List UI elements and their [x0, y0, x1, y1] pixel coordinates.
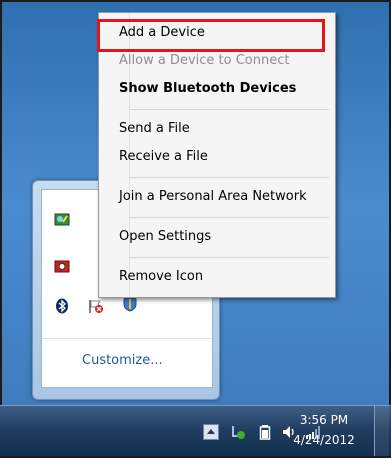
bluetooth-context-menu: Add a Device Allow a Device to Connect S… — [97, 12, 336, 298]
action-center-flag-icon[interactable] — [88, 298, 104, 314]
bluetooth-icon[interactable] — [54, 298, 70, 314]
menu-separator — [129, 109, 329, 110]
menu-item-label: Send a File — [119, 121, 190, 136]
monitor-check-icon[interactable] — [54, 212, 70, 228]
menu-item-label: Receive a File — [119, 149, 208, 164]
taskbar: 3:56 PM 4/24/2012 — [0, 405, 391, 456]
shield-icon[interactable] — [122, 296, 138, 312]
menu-separator — [129, 217, 329, 218]
highlight-box — [97, 19, 325, 52]
menu-item-remove-icon[interactable]: Remove Icon — [119, 265, 329, 289]
menu-item-join-a-personal-area-network[interactable]: Join a Personal Area Network — [119, 185, 329, 209]
clock-date[interactable]: 4/24/2012 — [289, 433, 359, 447]
frame-border-left — [0, 0, 2, 458]
menu-item-label: Remove Icon — [119, 269, 204, 284]
power-icon[interactable] — [230, 424, 246, 440]
menu-item-show-bluetooth-devices[interactable]: Show Bluetooth Devices — [119, 77, 329, 101]
menu-item-open-settings[interactable]: Open Settings — [119, 225, 329, 249]
menu-item-allow-a-device-to-connect: Allow a Device to Connect — [119, 49, 329, 73]
camera-icon[interactable] — [54, 258, 70, 274]
menu-separator — [129, 257, 329, 258]
customize-link-area: Customize... — [42, 338, 212, 377]
clock-time[interactable]: 3:56 PM — [289, 413, 359, 427]
menu-item-send-a-file[interactable]: Send a File — [119, 117, 329, 141]
menu-item-label: Show Bluetooth Devices — [119, 81, 297, 96]
show-desktop-button[interactable] — [374, 406, 389, 456]
frame-border-top — [0, 0, 391, 2]
menu-item-add-a-device[interactable]: Add a Device — [97, 19, 329, 52]
menu-item-label: Allow a Device to Connect — [119, 53, 290, 68]
menu-item-label: Open Settings — [119, 229, 212, 244]
battery-icon[interactable] — [257, 424, 273, 440]
menu-item-receive-a-file[interactable]: Receive a File — [119, 145, 329, 169]
menu-item-label: Join a Personal Area Network — [119, 189, 307, 204]
customize-link[interactable]: Customize... — [82, 353, 163, 368]
show-hidden-icons-arrow[interactable] — [203, 424, 219, 440]
menu-separator — [129, 177, 329, 178]
